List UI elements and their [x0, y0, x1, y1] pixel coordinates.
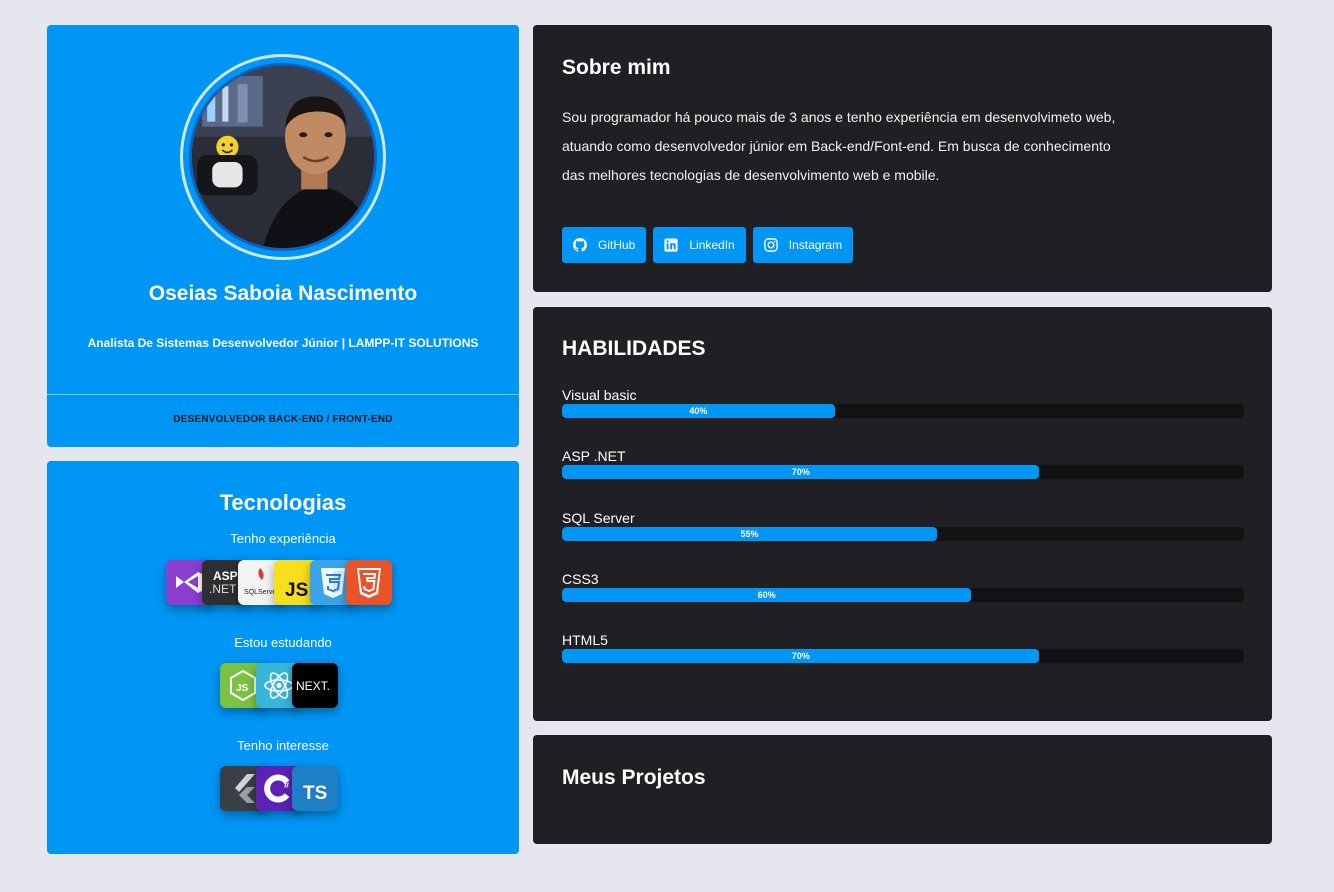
about-line: Sou programador há pouco mais de 3 anos …	[562, 109, 1116, 125]
tech-icon-row-studying: JS NEXT.	[220, 663, 338, 708]
skill-name: ASP .NET	[562, 448, 626, 464]
instagram-icon	[763, 238, 778, 252]
about-line: das melhores tecnologias de desenvolvime…	[562, 167, 940, 183]
projects-title: Meus Projetos	[562, 766, 706, 789]
linkedin-label: LinkedIn	[689, 238, 735, 252]
tech-group-label: Tenho experiência	[230, 531, 336, 546]
skill-progress-track: 60%	[562, 588, 1244, 602]
skill-name: CSS3	[562, 571, 599, 587]
about-card: Sobre mim Sou programador há pouco mais …	[533, 25, 1272, 292]
instagram-label: Instagram	[788, 238, 843, 252]
skill-progress-fill: 70%	[562, 649, 1040, 663]
tech-group-label: Estou estudando	[234, 635, 332, 650]
social-links: GitHub LinkedIn Instagram	[562, 227, 854, 263]
skill-progress-track: 70%	[562, 649, 1244, 663]
github-icon	[573, 238, 587, 252]
instagram-button[interactable]: Instagram	[752, 227, 854, 263]
avatar-ring	[180, 54, 386, 260]
svg-text:ASP: ASP	[213, 569, 238, 583]
profile-subtitle: DESENVOLVEDOR BACK-END / FRONT-END	[173, 414, 393, 425]
about-text: Sou programador há pouco mais de 3 anos …	[562, 103, 1162, 190]
svg-text:JS: JS	[236, 683, 249, 694]
skill-progress-track: 55%	[562, 527, 1244, 541]
divider	[47, 394, 519, 395]
technologies-title: Tecnologias	[219, 490, 347, 515]
html5-icon	[346, 560, 392, 605]
skill-progress-fill: 40%	[562, 404, 835, 418]
skill-item: HTML5 70%	[562, 632, 1244, 663]
tech-group-label: Tenho interesse	[237, 738, 329, 753]
skill-progress-track: 70%	[562, 465, 1244, 479]
profile-card: Oseias Saboia Nascimento Analista De Sis…	[47, 25, 519, 447]
nextjs-icon: NEXT.	[292, 663, 338, 708]
svg-text:TS: TS	[303, 783, 327, 804]
skill-progress-fill: 70%	[562, 465, 1040, 479]
about-title: Sobre mim	[562, 56, 671, 79]
skill-progress-track: 40%	[562, 404, 1244, 418]
profile-role: Analista De Sistemas Desenvolvedor Júnio…	[87, 336, 479, 350]
github-button[interactable]: GitHub	[562, 227, 647, 263]
svg-text:NEXT.: NEXT.	[296, 679, 330, 693]
about-line: atuando como desenvolvedor júnior em Bac…	[562, 138, 1111, 154]
svg-text:#: #	[284, 780, 289, 790]
skill-progress-fill: 55%	[562, 527, 938, 541]
skills-title: HABILIDADES	[562, 337, 706, 360]
svg-text:JS: JS	[285, 580, 308, 601]
projects-card: Meus Projetos	[533, 735, 1272, 844]
skill-item: Visual basic 40%	[562, 387, 1244, 418]
tech-icon-row-experience: ASP .NET SQLServer JS	[166, 560, 392, 605]
skill-name: SQL Server	[562, 510, 635, 526]
technologies-card: Tecnologias Tenho experiência ASP .NET S…	[47, 461, 519, 854]
svg-text:.NET: .NET	[209, 582, 237, 596]
skill-item: CSS3 60%	[562, 571, 1244, 602]
tech-icon-row-interest: # TS	[220, 766, 338, 811]
skills-card: HABILIDADES Visual basic 40% ASP .NET 70…	[533, 307, 1272, 721]
skill-progress-fill: 60%	[562, 588, 972, 602]
skill-item: ASP .NET 70%	[562, 448, 1244, 479]
linkedin-icon	[664, 238, 678, 252]
skill-item: SQL Server 55%	[562, 510, 1244, 541]
github-label: GitHub	[598, 238, 636, 252]
typescript-icon: TS	[292, 766, 338, 811]
profile-name: Oseias Saboia Nascimento	[148, 282, 418, 305]
avatar-photo	[192, 66, 374, 248]
linkedin-button[interactable]: LinkedIn	[653, 227, 746, 263]
skill-name: HTML5	[562, 632, 608, 648]
avatar	[189, 63, 377, 251]
skill-name: Visual basic	[562, 387, 637, 403]
